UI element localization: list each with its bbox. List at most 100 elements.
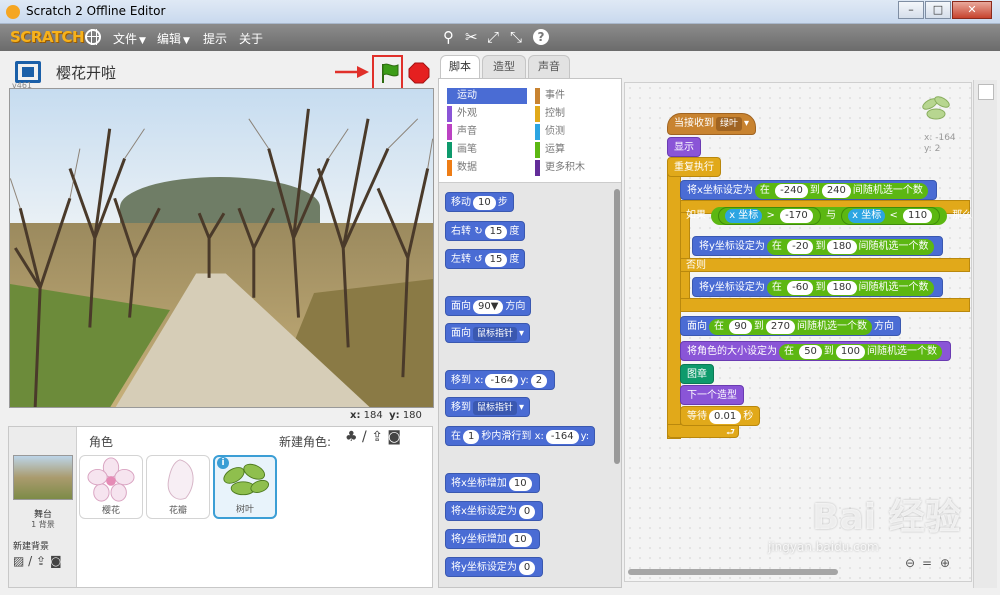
menubar: SCRATCH 文件 ▼ 编辑 ▼ 提示 关于 ⚲ ✂ ⤢ ⤡ ? xyxy=(0,24,1000,51)
category-motion[interactable]: 运动 xyxy=(447,88,527,104)
block-go-to[interactable]: 移到 鼠标指针 ▾ xyxy=(445,397,531,417)
script-point-random[interactable]: 面向在 90 到 270 间随机选一个数 方向 xyxy=(680,316,902,336)
window-titlebar: Scratch 2 Offline Editor – □ ✕ xyxy=(0,0,1000,24)
new-backdrop-label: 新建背景 xyxy=(13,542,50,552)
block-change-x[interactable]: 将x坐标增加 10 xyxy=(445,473,540,493)
script-next-costume[interactable]: 下一个造型 xyxy=(680,385,744,405)
camera-icon[interactable]: ◙ xyxy=(387,429,401,445)
new-backdrop-icons: ▨ / ⇪ ◙ xyxy=(13,554,62,568)
upload-icon[interactable]: ⇪ xyxy=(36,554,46,568)
script-show[interactable]: 显示 xyxy=(667,137,701,157)
backdrop-library-icon[interactable]: ▨ xyxy=(13,554,24,568)
category-more-blocks[interactable]: 更多积木 xyxy=(535,160,615,176)
block-set-y[interactable]: 将y坐标设定为 0 xyxy=(445,557,544,577)
script-hscrollbar[interactable] xyxy=(628,569,838,575)
menu-tips[interactable]: 提示 xyxy=(203,30,227,47)
stage-column: 舞台 1 背景 新建背景 ▨ / ⇪ ◙ xyxy=(9,427,77,587)
stage-thumbnail[interactable] xyxy=(13,455,73,500)
duplicate-stamp-icon[interactable]: ⚲ xyxy=(443,29,454,45)
window-title: Scratch 2 Offline Editor xyxy=(26,4,166,18)
sprite-tile-sakura[interactable]: 樱花 xyxy=(79,455,143,519)
rotate-right-icon: ↻ xyxy=(474,226,483,237)
app-icon xyxy=(6,5,20,19)
sprite-tile-petal[interactable]: 花瓣 xyxy=(146,455,210,519)
block-set-x[interactable]: 将x坐标设定为 0 xyxy=(445,501,544,521)
script-set-size-random[interactable]: 将角色的大小设定为在 50 到 100 间随机选一个数 xyxy=(680,341,952,361)
language-globe-icon[interactable] xyxy=(85,29,101,45)
minimize-button[interactable]: – xyxy=(898,1,924,19)
paint-brush-icon[interactable]: / xyxy=(362,429,367,445)
block-palette: 运动 外观 声音 画笔 数据 事件 控制 侦测 运算 更多积木 移动 10 步 右转… xyxy=(438,78,622,588)
block-turn-right[interactable]: 右转 ↻ 15 度 xyxy=(445,221,526,241)
current-sprite-xy: x: -164 y: 2 xyxy=(924,133,956,154)
else-band xyxy=(680,258,970,272)
block-point-towards[interactable]: 面向 鼠标指针 ▾ xyxy=(445,323,531,343)
tab-scripts[interactable]: 脚本 xyxy=(440,55,480,79)
tab-sounds[interactable]: 声音 xyxy=(528,55,570,78)
upload-icon[interactable]: ⇪ xyxy=(371,429,383,445)
forever-c-arm xyxy=(667,163,681,439)
sprite-library-icon[interactable]: ♣ xyxy=(345,429,358,445)
script-if[interactable]: 如果 x 坐标 > -170 与 x 坐标 < 110 那么 xyxy=(680,206,978,226)
sprite-name: 樱花 xyxy=(101,506,120,516)
new-sprite-label: 新建角色: xyxy=(279,435,332,449)
maximize-button[interactable]: □ xyxy=(925,1,951,19)
block-point-in-direction[interactable]: 面向 90▼ 方向 xyxy=(445,296,532,316)
paint-brush-icon[interactable]: / xyxy=(28,554,32,568)
block-turn-left[interactable]: 左转 ↺ 15 度 xyxy=(445,249,526,269)
sprite-info-icon[interactable]: i xyxy=(217,457,229,469)
sprite-name: 树叶 xyxy=(235,505,254,515)
tab-costumes[interactable]: 造型 xyxy=(482,55,526,78)
category-operators[interactable]: 运算 xyxy=(535,142,615,158)
sprite-tile-leaf[interactable]: i 树叶 xyxy=(213,455,277,519)
menu-edit[interactable]: 编辑 ▼ xyxy=(157,30,190,47)
watermark-url: jingyan.baidu.com xyxy=(768,540,879,554)
red-arrow-annotation-icon xyxy=(335,66,369,78)
grow-icon[interactable]: ⤢ xyxy=(487,29,499,45)
close-button[interactable]: ✕ xyxy=(952,1,992,19)
category-looks[interactable]: 外观 xyxy=(447,106,527,122)
script-set-y-random-2[interactable]: 将y坐标设定为在 -60 到 180 间随机选一个数 xyxy=(692,277,943,297)
stage-backdrop-count: 1 背景 xyxy=(31,520,55,529)
menu-file[interactable]: 文件 ▼ xyxy=(113,30,146,47)
sprite-name: 花瓣 xyxy=(168,506,187,516)
rotate-left-icon: ↺ xyxy=(474,254,483,265)
script-when-receive[interactable]: 当接收到 绿叶 ▾ xyxy=(667,113,757,135)
fullscreen-icon[interactable] xyxy=(15,61,41,83)
script-stamp[interactable]: 图章 xyxy=(680,364,714,384)
loop-arrow-icon: ⮐ xyxy=(726,427,735,438)
delete-scissors-icon[interactable]: ✂ xyxy=(465,29,478,45)
category-data[interactable]: 数据 xyxy=(447,160,527,176)
scratch-logo[interactable]: SCRATCH xyxy=(10,28,85,46)
category-list: 运动 外观 声音 画笔 数据 事件 控制 侦测 运算 更多积木 xyxy=(439,79,621,183)
help-icon[interactable]: ? xyxy=(533,29,549,45)
green-flag-icon[interactable] xyxy=(380,62,400,84)
category-pen[interactable]: 画笔 xyxy=(447,142,527,158)
menu-about[interactable]: 关于 xyxy=(239,30,263,47)
stage-preview-thumb[interactable] xyxy=(978,84,994,100)
category-sound[interactable]: 声音 xyxy=(447,124,527,140)
block-go-to-xy[interactable]: 移到 x: -164 y: 2 xyxy=(445,370,556,390)
category-control[interactable]: 控制 xyxy=(535,106,615,122)
script-set-y-random-1[interactable]: 将y坐标设定为在 -20 到 180 间随机选一个数 xyxy=(692,236,943,256)
script-forever[interactable]: 重复执行 xyxy=(667,157,721,177)
project-title[interactable]: 樱花开啦 xyxy=(56,62,116,83)
category-events[interactable]: 事件 xyxy=(535,88,615,104)
stage-canvas[interactable] xyxy=(9,88,434,408)
sprites-header: 角色 xyxy=(89,435,114,449)
petal-icon xyxy=(167,459,194,500)
block-move[interactable]: 移动 10 步 xyxy=(445,192,514,212)
camera-icon[interactable]: ◙ xyxy=(50,554,62,568)
baidu-watermark: Bai 经验 jingyan.baidu.com xyxy=(768,488,968,568)
category-sensing[interactable]: 侦测 xyxy=(535,124,615,140)
block-change-y[interactable]: 将y坐标增加 10 xyxy=(445,529,540,549)
stage-trees xyxy=(10,108,433,407)
stop-sign-icon[interactable] xyxy=(408,62,430,84)
script-wait[interactable]: 等待 0.01 秒 xyxy=(680,406,761,426)
current-sprite-leaf-icon xyxy=(922,96,950,120)
palette-scrollbar[interactable] xyxy=(614,189,620,464)
script-set-x-random[interactable]: 将x坐标设定为在 -240 到 240 间随机选一个数 xyxy=(680,180,937,200)
shrink-icon[interactable]: ⤡ xyxy=(510,29,522,45)
if-bottom-band xyxy=(680,298,970,312)
block-glide[interactable]: 在 1 秒内滑行到 x: -164 y: xyxy=(445,426,596,446)
